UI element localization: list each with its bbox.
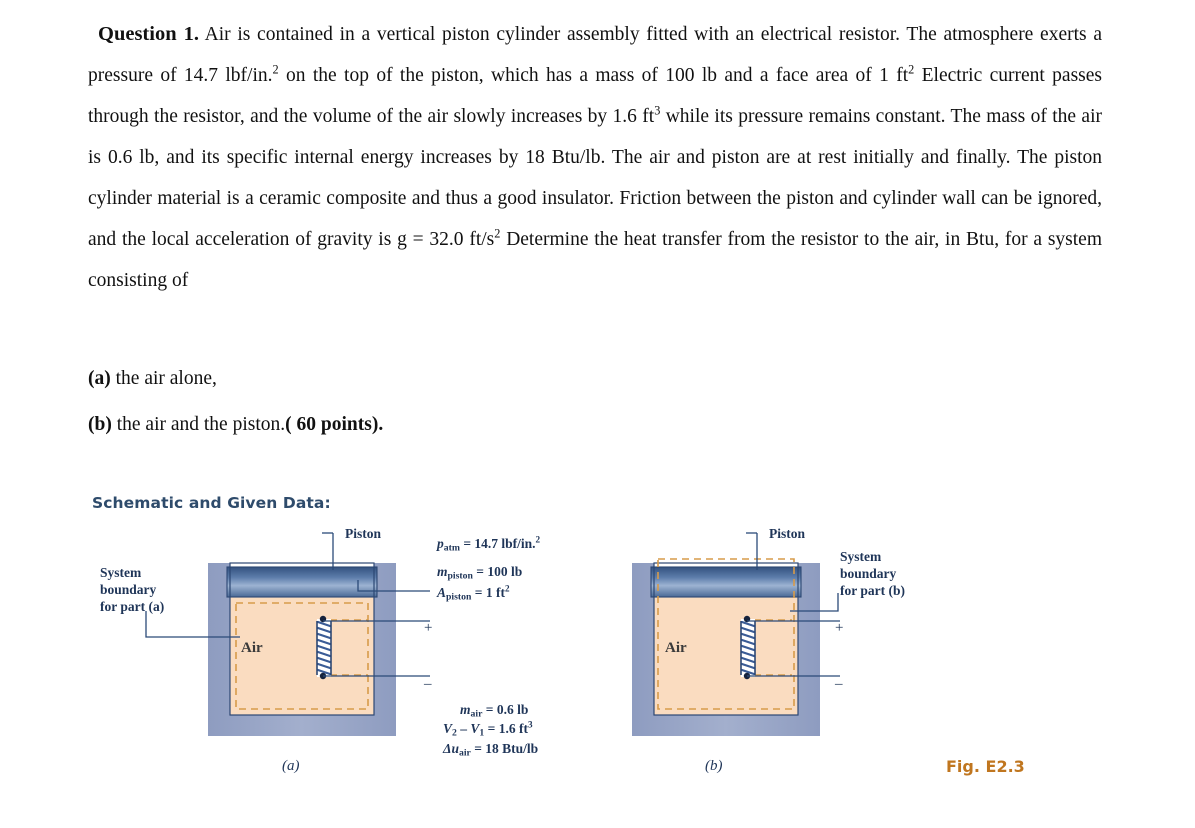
part-a-marker: (a) — [88, 368, 111, 389]
system-boundary-label-a-line3: for part (a) — [100, 599, 165, 614]
volume-dash: – — [456, 721, 471, 736]
piston-a — [227, 567, 377, 597]
m-piston-symbol: m — [437, 564, 448, 579]
m-piston-subscript: piston — [447, 570, 473, 582]
given-p-atm: patm = 14.7 lbf/in.2 — [437, 534, 540, 553]
system-boundary-label-a-line1: System — [100, 565, 142, 580]
piston-b — [651, 567, 801, 597]
v1-subscript: 1 — [479, 727, 485, 739]
p-atm-symbol: p — [437, 536, 444, 551]
figure-caption-b: (b) — [705, 758, 723, 774]
question-part-a: (a) the air alone, — [88, 366, 217, 392]
system-boundary-label-b-line3: for part (b) — [840, 583, 905, 598]
volume-superscript: 3 — [527, 719, 533, 730]
a-piston-subscript: piston — [446, 591, 472, 603]
given-a-piston: Apiston = 1 ft2 — [437, 583, 510, 602]
figure-b-group — [632, 532, 840, 736]
p-atm-superscript: 2 — [535, 534, 541, 545]
air-label-a: Air — [241, 640, 263, 656]
system-boundary-label-b-line2: boundary — [840, 566, 897, 581]
part-b-text: the air and the piston. — [111, 414, 286, 435]
a-piston-value: = 1 ft — [474, 585, 505, 600]
piston-label-a: Piston — [345, 526, 382, 541]
terminal-minus-b: – — [835, 676, 843, 692]
question-lead: Question 1. — [98, 23, 199, 45]
delta-u-subscript: air — [458, 747, 471, 759]
part-b-points: ( 60 points). — [285, 414, 384, 435]
question-part-b: (b) the air and the piston.( 60 points). — [88, 412, 383, 438]
figure-caption-a: (a) — [282, 758, 300, 774]
v2-symbol: V — [443, 721, 453, 736]
a-piston-symbol: A — [437, 585, 447, 600]
system-boundary-label-b-line1: System — [840, 549, 882, 564]
terminal-plus-b: + — [835, 620, 844, 636]
part-b-marker: (b) — [88, 414, 112, 435]
schematic-heading: Schematic and Given Data: — [92, 494, 331, 512]
given-delta-u-air: Δuair = 18 Btu/lb — [443, 739, 538, 758]
m-air-value: = 0.6 lb — [485, 702, 529, 717]
delta-u-symbol: Δu — [443, 741, 459, 756]
m-piston-value: = 100 lb — [476, 564, 523, 579]
part-a-text: the air alone, — [110, 368, 217, 389]
volume-value: = 1.6 ft — [487, 721, 528, 736]
air-label-b: Air — [665, 640, 687, 656]
given-m-air: mair = 0.6 lb — [460, 700, 528, 719]
delta-u-value: = 18 Btu/lb — [474, 741, 539, 756]
figure-number-label: Fig. E2.3 — [946, 757, 1025, 776]
terminal-minus-a: – — [424, 676, 432, 692]
terminal-plus-a: + — [424, 620, 433, 636]
figure-a-group — [145, 532, 430, 736]
a-piston-superscript: 2 — [504, 583, 510, 594]
piston-label-b: Piston — [769, 526, 806, 541]
system-boundary-label-a-line2: boundary — [100, 582, 157, 597]
p-atm-value: = 14.7 lbf/in. — [463, 536, 536, 551]
question-body-2: on the top of the piston, which has a ma… — [278, 65, 909, 86]
resistor-coil-a — [316, 615, 332, 680]
m-air-symbol: m — [460, 702, 471, 717]
resistor-coil-b — [740, 615, 756, 680]
given-volume-change: V2 – V1 = 1.6 ft3 — [443, 719, 533, 738]
given-m-piston: mpiston = 100 lb — [437, 562, 522, 581]
p-atm-subscript: atm — [443, 542, 460, 554]
question-paragraph: Question 1. Air is contained in a vertic… — [88, 14, 1102, 301]
